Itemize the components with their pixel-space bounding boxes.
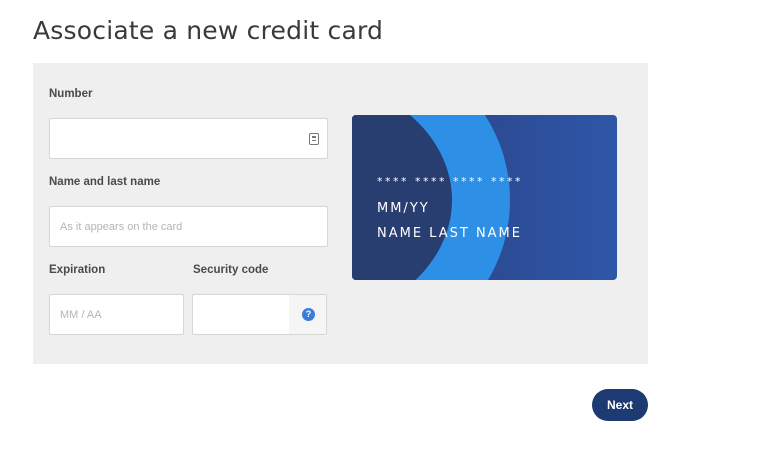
expiration-input[interactable] bbox=[50, 295, 183, 334]
expiration-field[interactable] bbox=[49, 294, 184, 335]
cardholder-name-field[interactable] bbox=[49, 206, 328, 247]
security-code-field[interactable] bbox=[192, 294, 290, 335]
card-number-field[interactable] bbox=[49, 118, 328, 159]
security-code-input[interactable] bbox=[193, 295, 289, 334]
card-preview-holder: NAME LAST NAME bbox=[377, 226, 522, 241]
next-button[interactable]: Next bbox=[592, 389, 648, 421]
credit-card-preview: **** **** **** **** MM/YY NAME LAST NAME bbox=[352, 115, 617, 280]
cardholder-name-input[interactable] bbox=[50, 207, 327, 246]
name-label: Name and last name bbox=[49, 176, 161, 188]
card-preview-expiry: MM/YY bbox=[377, 201, 430, 216]
card-form-panel: Number Name and last name Expiration Sec… bbox=[33, 63, 648, 364]
security-code-label: Security code bbox=[193, 264, 269, 276]
expiration-label: Expiration bbox=[49, 264, 106, 276]
page-title: Associate a new credit card bbox=[33, 16, 384, 45]
card-number-input[interactable] bbox=[50, 119, 327, 158]
card-preview-number: **** **** **** **** bbox=[377, 175, 523, 188]
card-type-icon bbox=[309, 133, 319, 145]
help-icon[interactable]: ? bbox=[302, 308, 315, 321]
security-code-help[interactable]: ? bbox=[289, 294, 327, 335]
number-label: Number bbox=[49, 88, 93, 100]
